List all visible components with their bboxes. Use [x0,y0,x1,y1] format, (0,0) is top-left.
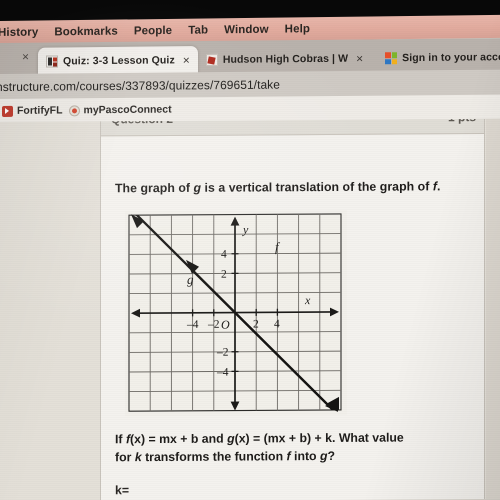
question-header: Question 2 1 pts [101,119,484,137]
x-tick-label--2: –2 [207,319,220,331]
y-tick-label-2: 2 [221,269,227,281]
browser-tab-cobras-title: Hudson High Cobras | W [222,52,349,66]
browser-tab-cobras[interactable]: Hudson High Cobras | W × [198,44,371,74]
bookmark-fortifyfl-label: FortifyFL [17,104,63,117]
browser-tab-quiz-title: Quiz: 3-3 Lesson Quiz [63,54,175,68]
menu-item-window[interactable]: Window [216,23,277,36]
y-tick-label-4: 4 [221,249,227,261]
question-footer: If f(x) = mx + b and g(x) = (mx + b) + k… [115,428,470,467]
footer-1b: (x) = mx + b and [130,431,228,447]
footer-1a: If [115,432,126,447]
y-tick-label--2: –2 [216,347,229,359]
footer-2c: into [290,449,320,464]
footer-2b: transforms the function [141,449,287,465]
x-tick-label--4: –4 [186,319,199,331]
address-bar-url: nstructure.com/courses/337893/quizzes/76… [0,77,280,95]
y-tick-label--4: –4 [216,367,229,379]
prompt-g: g [193,180,202,195]
close-icon[interactable]: × [353,52,363,66]
origin-label: O [221,318,230,332]
bookmark-fortifyfl[interactable]: FortifyFL [2,104,63,117]
browser-tab-signin-title: Sign in to your accou [402,51,500,65]
footer-2g: g [319,449,328,464]
question-footer-line1: If f(x) = mx + b and g(x) = (mx + b) + k… [115,428,470,449]
x-axis-label: x [304,293,311,307]
microsoft-icon [385,52,398,65]
cobras-icon [205,53,218,67]
menu-item-history[interactable]: History [0,26,46,38]
footer-1c: (x) = (mx + b) + k. What value [234,430,404,446]
prompt-middle: is a vertical translation of the graph o… [201,179,433,195]
close-icon[interactable]: × [180,53,190,67]
question-body: The graph of g is a vertical translation… [101,135,484,497]
page-right-gutter [486,118,500,500]
bookmark-mypascoconnect-label: myPascoConnect [83,103,172,117]
menu-item-help[interactable]: Help [277,23,318,36]
browser-tab-signin[interactable]: Sign in to your accou [377,43,500,72]
footer-2k: k [134,450,142,465]
question-footer-line2: for k transforms the function f into g? [115,447,470,468]
prompt-suffix: . [437,179,441,194]
tab-close-leftmost[interactable]: × [0,49,38,63]
answer-label: k= [115,483,130,498]
quiz-page: Question 2 1 pts The graph of g is a ver… [0,118,500,500]
coordinate-graph: –4 –2 2 4 4 2 –2 –4 O y x f g [125,209,347,417]
x-tick-label-2: 2 [253,318,259,330]
mypascoconnect-icon [68,104,80,116]
series-label-g: g [187,272,194,287]
page-left-gutter [0,121,100,500]
menu-item-tab[interactable]: Tab [180,24,216,36]
graph-svg: –4 –2 2 4 4 2 –2 –4 O y x f g [128,213,342,412]
fortifyfl-icon [2,105,13,117]
menu-item-bookmarks[interactable]: Bookmarks [46,25,126,38]
footer-2d: ? [327,449,336,464]
prompt-prefix: The graph of [115,180,194,196]
question-prompt: The graph of g is a vertical translation… [115,179,470,195]
footer-2a: for [115,450,135,465]
bookmark-mypascoconnect[interactable]: myPascoConnect [68,103,172,117]
browser-tab-quiz[interactable]: Quiz: 3-3 Lesson Quiz × [38,46,198,76]
screen-photo: History Bookmarks People Tab Window Help… [0,0,500,500]
canvas-icon [46,55,59,68]
question-points: 1 pts [448,119,476,124]
menu-item-people[interactable]: People [126,24,180,37]
question-card: Question 2 1 pts The graph of g is a ver… [100,119,485,500]
x-tick-label-4: 4 [274,318,280,330]
y-axis-label: y [242,222,249,236]
footer-1g: g [227,431,235,446]
